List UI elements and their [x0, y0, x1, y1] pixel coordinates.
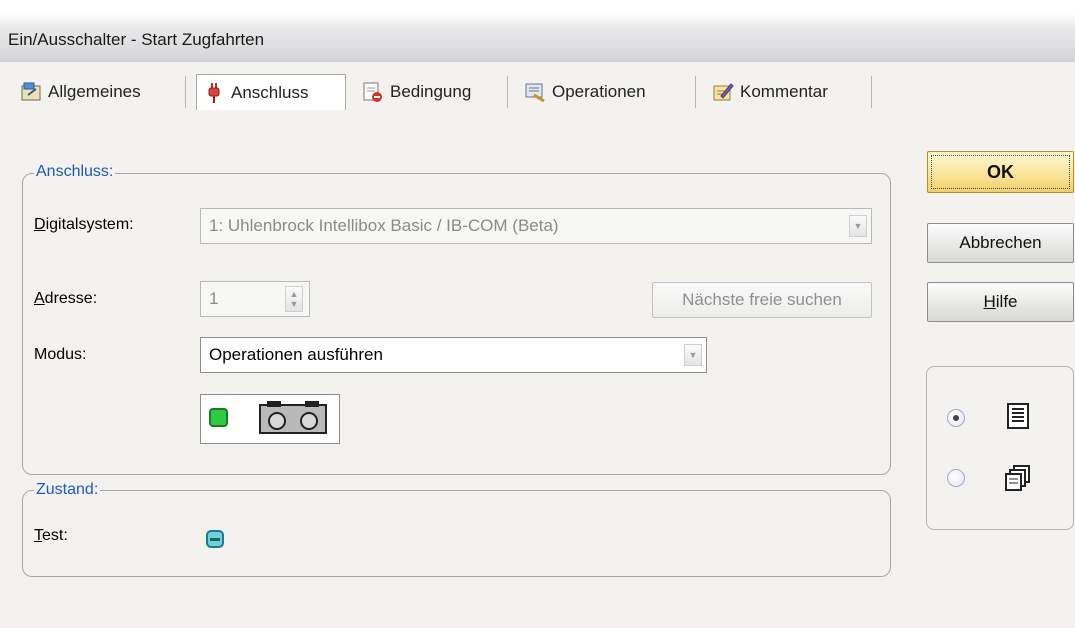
focus-rect — [931, 155, 1070, 189]
view-options-panel — [926, 366, 1074, 530]
chevron-down-icon[interactable]: ▼ — [684, 344, 702, 366]
tab-label: Allgemeines — [48, 82, 141, 101]
tab-label: Operationen — [552, 82, 646, 101]
tab-anschluss[interactable]: Anschluss — [196, 74, 346, 110]
digitalsystem-label: Digitalsystem: — [34, 216, 134, 233]
comment-icon — [712, 81, 734, 103]
condition-icon — [362, 81, 384, 103]
tab-bedingung[interactable]: Bedingung — [356, 76, 508, 108]
tab-operationen[interactable]: Operationen — [518, 76, 696, 108]
multi-page-icon — [1005, 465, 1031, 496]
tab-label: Kommentar — [740, 82, 828, 101]
next-free-button[interactable]: Nächste freie suchen — [652, 282, 872, 318]
tab-label: Bedingung — [390, 82, 472, 101]
help-button[interactable]: Hilfe — [927, 282, 1074, 322]
spinner-arrows-icon[interactable]: ▲ ▼ — [285, 286, 303, 312]
tab-bar: Allgemeines Anschluss Bedingung Operatio… — [0, 62, 1075, 126]
single-page-icon — [1007, 403, 1029, 434]
anschluss-group-title: Anschluss: — [34, 163, 116, 181]
single-page-radio[interactable] — [947, 409, 965, 427]
digitalsystem-label-text: igitalsystem: — [45, 216, 134, 233]
adresse-value: 1 — [209, 289, 219, 308]
adresse-spinner[interactable]: 1 ▲ ▼ — [200, 281, 310, 317]
title-bar: Ein/Ausschalter - Start Zugfahrten — [0, 0, 1075, 62]
switch-symbol-icon — [209, 401, 327, 434]
zustand-group-title: Zustand: — [34, 481, 101, 499]
window-title: Ein/Ausschalter - Start Zugfahrten — [8, 30, 265, 49]
digitalsystem-value: 1: Uhlenbrock Intellibox Basic / IB-COM … — [209, 216, 559, 235]
properties-icon — [20, 81, 42, 103]
modus-value: Operationen ausführen — [209, 345, 383, 364]
plug-icon — [203, 82, 225, 104]
tab-kommentar[interactable]: Kommentar — [706, 76, 872, 108]
tab-allgemeines[interactable]: Allgemeines — [14, 76, 186, 108]
chevron-down-icon[interactable]: ▼ — [849, 215, 867, 237]
modus-label: Modus: — [34, 346, 87, 363]
modus-select[interactable]: Operationen ausführen ▼ — [200, 337, 707, 373]
test-label: Test: — [34, 527, 68, 544]
led-icon — [206, 530, 224, 548]
operations-icon — [524, 81, 546, 103]
tab-label: Anschluss — [231, 82, 309, 102]
ok-button[interactable]: OK — [927, 151, 1074, 193]
test-label-text: est: — [42, 527, 68, 544]
help-label: ilfe — [995, 292, 1018, 311]
cancel-button[interactable]: Abbrechen — [927, 223, 1074, 263]
digitalsystem-select[interactable]: 1: Uhlenbrock Intellibox Basic / IB-COM … — [200, 208, 872, 244]
switch-preview[interactable] — [200, 394, 340, 444]
test-led-button[interactable] — [206, 530, 224, 548]
zustand-group — [22, 490, 891, 577]
adresse-label: Adresse: — [34, 290, 98, 307]
multi-page-radio[interactable] — [947, 469, 965, 487]
adresse-label-text: dresse: — [44, 290, 98, 307]
